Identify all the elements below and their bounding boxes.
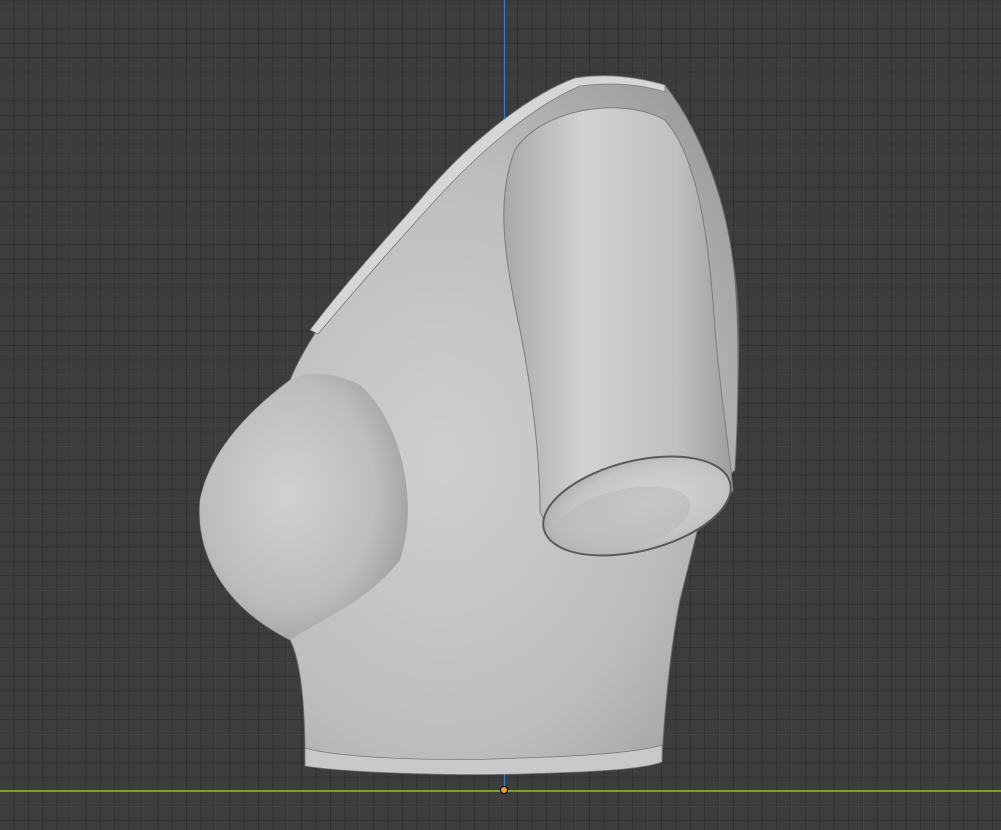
3d-viewport[interactable] [0, 0, 1001, 830]
shirt-mesh[interactable] [0, 0, 1001, 830]
world-origin-marker [501, 787, 507, 793]
